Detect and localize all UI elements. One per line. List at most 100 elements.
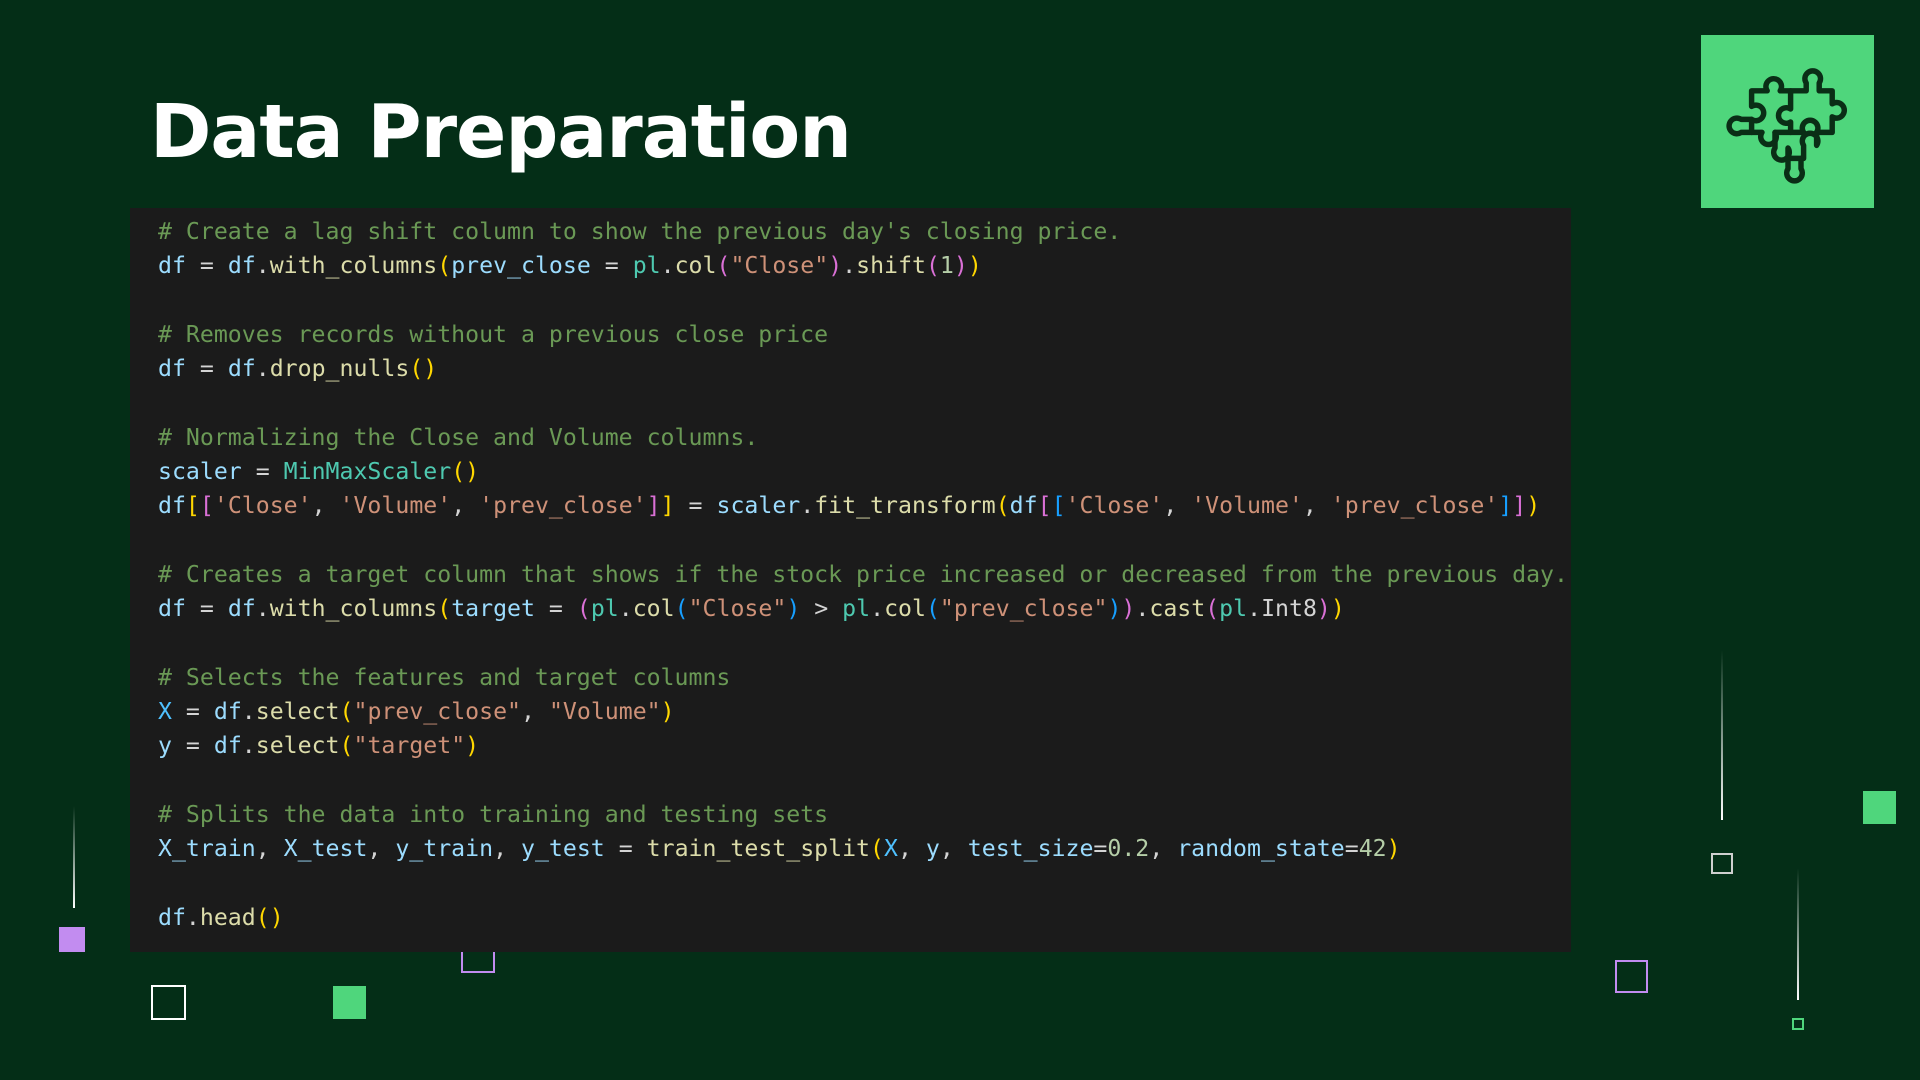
code-token: , (939, 835, 968, 863)
code-token: ) (953, 252, 968, 280)
code-token: ( (674, 595, 689, 623)
code-token: df (158, 903, 186, 931)
code-token: . (185, 903, 200, 931)
code-token: df (227, 252, 256, 280)
code-token: shift (856, 252, 926, 280)
code-block: # Create a lag shift column to show the … (130, 208, 1571, 952)
code-token: () (451, 458, 480, 486)
code-line: # Selects the features and target column… (158, 661, 1571, 695)
code-token: target (451, 595, 535, 623)
code-token: ) (1330, 595, 1345, 623)
code-token: = (185, 595, 228, 623)
code-token: ( (437, 252, 452, 280)
code-line: df = df.with_columns(target = (pl.col("C… (158, 592, 1571, 626)
code-token: pl (590, 595, 619, 623)
code-token: df (227, 595, 256, 623)
code-token: with_columns (269, 595, 438, 623)
code-token: col (632, 595, 675, 623)
code-line: df.head() (158, 901, 1571, 935)
decor-line-right-2 (1797, 868, 1799, 1000)
code-token: . (255, 355, 270, 383)
code-token: pl (1219, 595, 1248, 623)
code-token: = (171, 732, 214, 760)
code-line: df = df.drop_nulls() (158, 352, 1571, 386)
code-token: # Removes records without a previous clo… (158, 320, 829, 348)
code-token: "prev_close" (939, 595, 1108, 623)
decor-square-outline-white (151, 985, 186, 1020)
code-token: y_train (395, 835, 494, 863)
decor-square-green-right (1863, 791, 1896, 824)
code-token: ( (870, 835, 884, 863)
code-token: ) (828, 252, 843, 280)
code-token: train_test_split (646, 835, 871, 863)
code-content: # Create a lag shift column to show the … (158, 215, 1571, 935)
code-line: # Creates a target column that shows if … (158, 558, 1571, 592)
code-token: ) (1386, 835, 1401, 863)
code-token: [ (199, 492, 214, 520)
code-token: select (255, 732, 340, 760)
code-token: # Normalizing the Close and Volume colum… (158, 423, 759, 451)
decor-square-purple-left (59, 927, 85, 952)
code-token: () (255, 903, 284, 931)
code-line: X = df.select("prev_close", "Volume") (158, 695, 1571, 729)
code-token: ) (967, 252, 982, 280)
decor-square-outline-purple-small (461, 952, 495, 973)
code-token: = (185, 252, 228, 280)
decor-square-outline-white-small (1711, 853, 1733, 874)
code-token: () (409, 355, 438, 383)
code-token: . (800, 492, 815, 520)
code-line: # Removes records without a previous clo… (158, 318, 1571, 352)
code-line: # Create a lag shift column to show the … (158, 215, 1571, 249)
code-token: = (241, 458, 284, 486)
code-token: [ (185, 492, 200, 520)
code-token: = (674, 492, 717, 520)
code-token: 'Volume' (1191, 492, 1303, 520)
code-token: = (590, 252, 633, 280)
code-token: X_train (158, 835, 256, 863)
code-token: df (158, 595, 186, 623)
code-token: 'prev_close' (1330, 492, 1499, 520)
code-token: , (1163, 492, 1192, 520)
code-token: [ (1037, 492, 1052, 520)
code-token: ( (1205, 595, 1220, 623)
code-token: ) (465, 732, 480, 760)
code-token: . (255, 595, 270, 623)
code-token: . (870, 595, 885, 623)
code-token: . (842, 252, 857, 280)
slide-title: Data Preparation (150, 89, 852, 175)
code-token: ) (1526, 492, 1541, 520)
code-token: . (1135, 595, 1150, 623)
code-token: df (158, 492, 186, 520)
code-token: "prev_close" (353, 698, 522, 726)
code-line: y = df.select("target") (158, 729, 1571, 763)
code-token: Int8 (1261, 595, 1317, 623)
code-token: . (1247, 595, 1262, 623)
code-token: with_columns (269, 252, 438, 280)
code-line: X_train, X_test, y_train, y_test = train… (158, 832, 1571, 866)
code-token: . (618, 595, 633, 623)
code-token: 42 (1358, 835, 1387, 863)
code-token: MinMaxScaler (283, 458, 452, 486)
code-token: X_test (283, 835, 368, 863)
code-token: , (493, 835, 521, 863)
code-token: 1 (939, 252, 954, 280)
code-token: ( (716, 252, 731, 280)
code-token: , (521, 698, 549, 726)
code-token: df (1009, 492, 1038, 520)
code-token: ( (437, 595, 452, 623)
code-token: ( (339, 732, 354, 760)
code-token: # Selects the features and target column… (158, 663, 731, 691)
code-token: ( (925, 595, 940, 623)
code-token: fit_transform (814, 492, 996, 520)
decor-square-green-bottom (333, 986, 366, 1019)
code-token: ) (786, 595, 801, 623)
code-token: scaler (158, 458, 242, 486)
code-token: ] (660, 492, 675, 520)
code-token: , (311, 492, 340, 520)
code-token: . (255, 252, 270, 280)
code-token: # Creates a target column that shows if … (158, 560, 1568, 588)
